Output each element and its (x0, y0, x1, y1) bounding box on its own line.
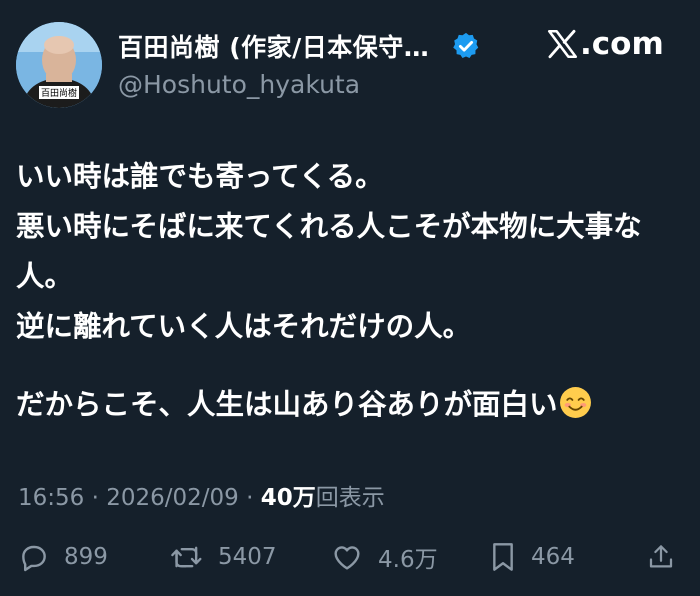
heart-icon (334, 546, 360, 570)
bookmark-button[interactable]: 464 (489, 537, 575, 577)
tweet-line: 悪い時にそばに来てくれる人こそが本物に大事な (16, 210, 642, 243)
tweet-line: だからこそ、人生は山あり谷ありが面白い (16, 388, 558, 421)
avatar-caption: 百田尚樹 (41, 87, 77, 99)
like-button[interactable]: 4.6万 (330, 537, 438, 577)
reply-count: 899 (64, 544, 108, 570)
smiling-face-icon (559, 387, 591, 418)
share-icon (649, 545, 673, 568)
tweet-time[interactable]: 16:56 (18, 485, 84, 511)
x-logo-icon (547, 29, 578, 59)
verified-badge-icon (453, 32, 479, 58)
view-label: 回表示 (315, 485, 385, 511)
tweet-line: いい時は誰でも寄ってくる。 (16, 160, 384, 193)
user-handle[interactable]: @Hoshuto_hyakuta (118, 70, 360, 99)
meta-separator: · (91, 485, 99, 511)
reply-icon (22, 545, 46, 572)
brand-suffix: .com (580, 26, 664, 62)
reply-button[interactable]: 899 (18, 537, 108, 577)
avatar[interactable]: 百田尚樹 (16, 22, 102, 108)
bookmark-count: 464 (531, 544, 575, 570)
like-count: 4.6万 (378, 547, 438, 573)
tweet-text: いい時は誰でも寄ってくる。 悪い時にそばに来てくれる人こそが本物に大事な 人。 … (16, 152, 686, 430)
tweet-meta: 16:56 · 2026/02/09 · 40万回表示 (18, 478, 385, 512)
tweet-line: 逆に離れていく人はそれだけの人。 (16, 310, 472, 343)
repost-button[interactable]: 5407 (170, 537, 277, 577)
share-button[interactable] (646, 537, 690, 577)
view-count: 40万 (260, 485, 316, 511)
tweet-line-last: だからこそ、人生は山あり谷ありが面白い (16, 380, 686, 430)
x-com-brand[interactable]: .com (545, 26, 664, 62)
tweet-card: 百田尚樹 百田尚樹 (作家/日本保守… @Hoshuto_hyakuta .co… (0, 0, 700, 596)
bookmark-icon (493, 543, 513, 571)
display-name[interactable]: 百田尚樹 (作家/日本保守… (118, 28, 429, 64)
meta-separator: · (246, 485, 254, 511)
avatar-image: 百田尚樹 (16, 22, 102, 108)
repost-icon (171, 546, 202, 568)
tweet-line: 人。 (16, 260, 74, 293)
tweet-date[interactable]: 2026/02/09 (106, 485, 239, 511)
repost-count: 5407 (218, 544, 277, 570)
